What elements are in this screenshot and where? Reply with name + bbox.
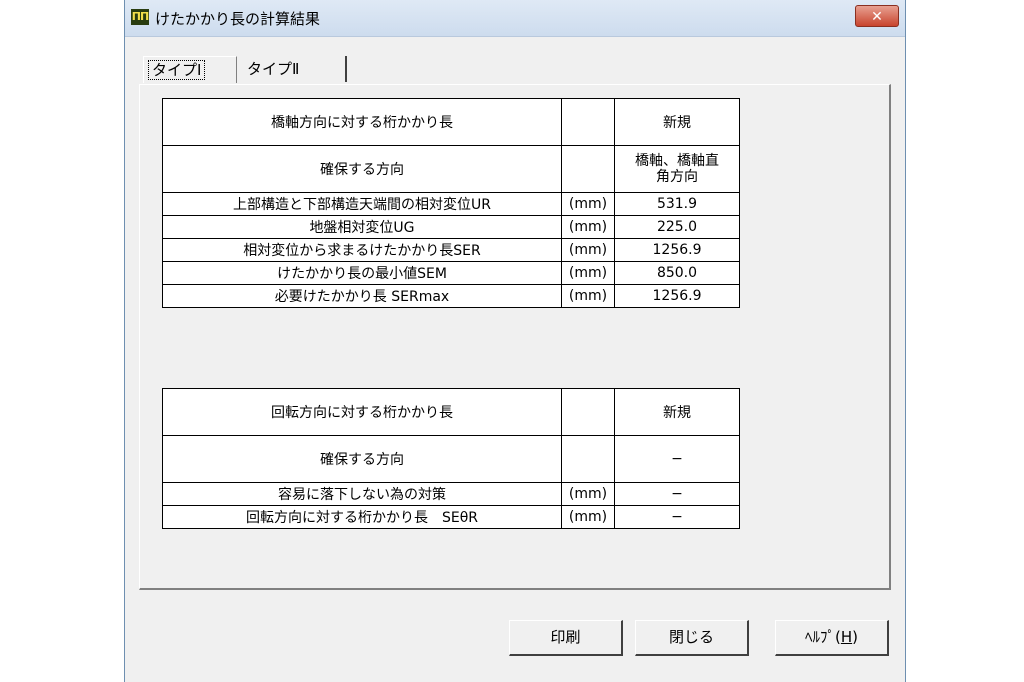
app-icon: ΠΠ — [131, 9, 149, 25]
row-unit: (mm) — [561, 215, 615, 239]
direction-row: 確保する方向 橋軸、橋軸直 角方向 — [162, 145, 740, 193]
help-accelerator-key: H — [840, 628, 853, 646]
row-unit: (mm) — [561, 261, 615, 285]
table-row: けたかかり長の最小値SEM (mm) 850.0 — [162, 261, 740, 285]
help-button[interactable]: ﾍﾙﾌﾟ(H) — [775, 620, 889, 656]
row-label: 相対変位から求まるけたかかり長SER — [162, 238, 562, 262]
row-unit: (mm) — [561, 505, 615, 529]
row-value: 1256.9 — [614, 284, 740, 308]
table-row: 必要けたかかり長 SERmax (mm) 1256.9 — [162, 284, 740, 308]
row-label: 上部構造と下部構造天端間の相対変位UR — [162, 192, 562, 216]
row-label: 地盤相対変位UG — [162, 215, 562, 239]
table-row: 相対変位から求まるけたかかり長SER (mm) 1256.9 — [162, 238, 740, 262]
row-label: 必要けたかかり長 SERmax — [162, 284, 562, 308]
longitudinal-seat-length-table: 橋軸方向に対する桁かかり長 新規 確保する方向 橋軸、橋軸直 角方向 上部構造と… — [162, 98, 740, 308]
header-label: 橋軸方向に対する桁かかり長 — [162, 98, 562, 146]
table-row: 容易に落下しない為の対策 (mm) − — [162, 482, 740, 506]
row-value: − — [614, 482, 740, 506]
window-title: けたかかり長の計算結果 — [155, 10, 321, 28]
direction-unit — [561, 435, 615, 483]
row-label: 回転方向に対する桁かかり長 SEθR — [162, 505, 562, 529]
header-value: 新規 — [614, 388, 740, 436]
row-value: 1256.9 — [614, 238, 740, 262]
table-header-row: 橋軸方向に対する桁かかり長 新規 — [162, 98, 740, 146]
table-row: 回転方向に対する桁かかり長 SEθR (mm) − — [162, 505, 740, 529]
tab-type-2-label: タイプⅡ — [247, 60, 300, 78]
header-unit — [561, 388, 615, 436]
tab-type-1-label: タイプⅠ — [148, 60, 206, 80]
print-button[interactable]: 印刷 — [509, 620, 623, 656]
direction-value: − — [614, 435, 740, 483]
rotational-seat-length-table: 回転方向に対する桁かかり長 新規 確保する方向 − 容易に落下しない為の対策 (… — [162, 388, 740, 529]
row-value: 850.0 — [614, 261, 740, 285]
header-unit — [561, 98, 615, 146]
header-label: 回転方向に対する桁かかり長 — [162, 388, 562, 436]
row-unit: (mm) — [561, 192, 615, 216]
row-value: 531.9 — [614, 192, 740, 216]
direction-value-line1: 橋軸、橋軸直 — [635, 153, 719, 169]
direction-value-line2: 角方向 — [656, 169, 698, 185]
row-unit: (mm) — [561, 284, 615, 308]
row-value: − — [614, 505, 740, 529]
direction-label: 確保する方向 — [162, 145, 562, 193]
row-unit: (mm) — [561, 482, 615, 506]
close-icon: ✕ — [871, 9, 883, 25]
direction-label: 確保する方向 — [162, 435, 562, 483]
row-unit: (mm) — [561, 238, 615, 262]
direction-value: 橋軸、橋軸直 角方向 — [614, 145, 740, 193]
row-label: けたかかり長の最小値SEM — [162, 261, 562, 285]
help-label-prefix: ﾍﾙﾌﾟ( — [805, 628, 841, 646]
tab-panel: 橋軸方向に対する桁かかり長 新規 確保する方向 橋軸、橋軸直 角方向 上部構造と… — [139, 84, 891, 590]
table-header-row: 回転方向に対する桁かかり長 新規 — [162, 388, 740, 436]
direction-row: 確保する方向 − — [162, 435, 740, 483]
header-value: 新規 — [614, 98, 740, 146]
tab-type-1[interactable]: タイプⅠ — [143, 56, 237, 83]
dialog-window: ΠΠ けたかかり長の計算結果 ✕ タイプⅠ タイプⅡ 橋軸方向に対する桁かかり長… — [124, 0, 906, 682]
close-button[interactable]: 閉じる — [635, 620, 749, 656]
table-row: 地盤相対変位UG (mm) 225.0 — [162, 215, 740, 239]
title-bar[interactable]: ΠΠ けたかかり長の計算結果 ✕ — [125, 0, 905, 37]
table-row: 上部構造と下部構造天端間の相対変位UR (mm) 531.9 — [162, 192, 740, 216]
row-label: 容易に落下しない為の対策 — [162, 482, 562, 506]
help-label-suffix: ) — [852, 628, 858, 646]
direction-unit — [561, 145, 615, 193]
row-value: 225.0 — [614, 215, 740, 239]
tab-type-2[interactable]: タイプⅡ — [239, 56, 347, 82]
close-window-button[interactable]: ✕ — [855, 5, 899, 27]
